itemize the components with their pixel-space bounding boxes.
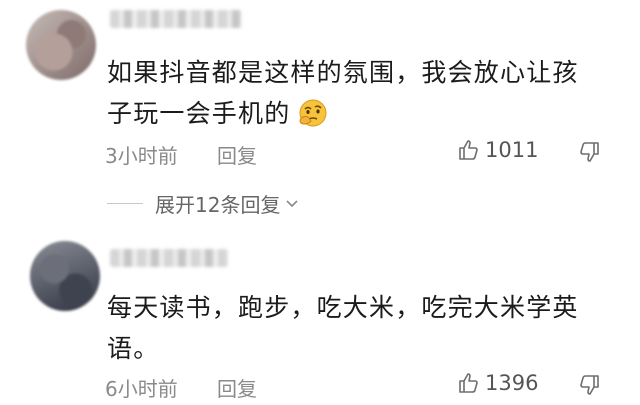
like-button[interactable]: 1011	[457, 138, 538, 162]
expand-replies-label: 展开12条回复	[155, 193, 281, 217]
comment-text-line: 每天读书，跑步，吃大米，吃完大米学英	[107, 293, 579, 322]
reply-button[interactable]: 回复	[217, 140, 257, 169]
comment-text-line: 语。	[107, 334, 160, 363]
comment-meta: 3小时前 回复 1011	[105, 138, 620, 169]
comment-meta: 6小时前 回复 1396	[105, 371, 620, 402]
thumbs-up-icon	[459, 140, 478, 160]
thinking-face-emoji-icon	[296, 98, 330, 128]
avatar[interactable]	[30, 241, 100, 311]
reply-button[interactable]: 回复	[217, 373, 257, 402]
comment-text-line: 子玩一会手机的	[107, 99, 291, 128]
thumbs-down-icon[interactable]	[577, 373, 601, 397]
chevron-down-icon	[286, 199, 299, 207]
divider-line	[107, 203, 143, 204]
like-count: 1011	[485, 138, 539, 162]
avatar[interactable]	[26, 10, 96, 80]
comment-item: 每天读书，跑步，吃大米，吃完大米学英 语。 6小时前 回复 1396	[0, 225, 640, 405]
username-redacted[interactable]	[110, 10, 242, 28]
username-redacted[interactable]	[110, 249, 228, 267]
comment-text: 如果抖音都是这样的氛围，我会放心让孩 子玩一会手机的	[107, 52, 607, 134]
thumbs-down-icon[interactable]	[577, 140, 601, 164]
like-button[interactable]: 1396	[457, 371, 538, 395]
comment-text: 每天读书，跑步，吃大米，吃完大米学英 语。	[107, 287, 607, 369]
comment-item: 如果抖音都是这样的氛围，我会放心让孩 子玩一会手机的 3小时前 回复 1011	[0, 0, 640, 225]
like-count: 1396	[485, 371, 539, 395]
thumbs-up-icon	[459, 373, 478, 393]
expand-replies-button[interactable]: 展开12条回复	[107, 189, 299, 218]
comment-text-line: 如果抖音都是这样的氛围，我会放心让孩	[107, 58, 579, 87]
comment-time: 6小时前	[105, 377, 178, 401]
comment-time: 3小时前	[105, 144, 178, 168]
